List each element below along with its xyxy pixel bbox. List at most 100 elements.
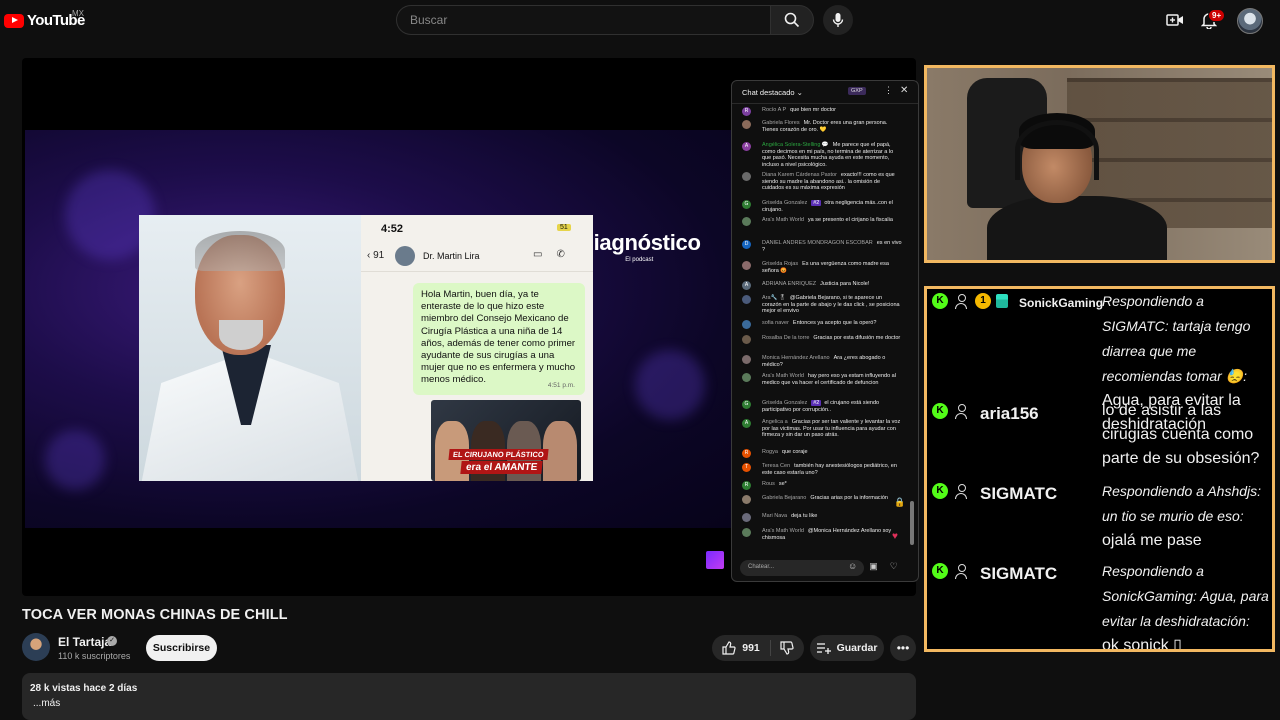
chat-author-name[interactable]: Monica Hernández Arellano [762, 355, 830, 361]
chat-message[interactable]: sofia naver Entonces ya acepto que la ope… [742, 320, 902, 329]
chat-message[interactable]: Rosalba De la torre Gracias por esta difu… [742, 335, 902, 344]
chat-message-body: Rous se* [762, 481, 902, 488]
chat-author-avatar [742, 335, 751, 344]
chat-author-name[interactable]: Ara's Math World [762, 373, 804, 379]
chat-message-body: Griselda Gonzalez #2 el cirujano está sien… [762, 400, 902, 413]
subscribe-button[interactable]: Suscribirse [146, 635, 217, 661]
account-avatar[interactable] [1237, 8, 1263, 34]
chat-mode-dropdown[interactable]: Chat destacado ⌄ [742, 88, 803, 97]
search-input[interactable] [408, 12, 752, 28]
chat-author-name[interactable]: Griselda Rojas [762, 261, 798, 267]
chat-message-body: Rosalba De la torre Gracias por esta difu… [762, 335, 902, 342]
chat-message[interactable]: Mari Nava deja tu like [742, 513, 902, 522]
chat-message[interactable]: T Teresa Cen también hay anestesiólogos pe… [742, 463, 902, 476]
chat-author-name[interactable]: Rocío A P [762, 107, 786, 113]
chat-message[interactable]: D DANIEL ANDRES MONDRAGON ESCOBAR es en vi… [742, 240, 902, 253]
chat-input-actions[interactable]: ☺▣♡ [848, 561, 910, 572]
search-box [396, 5, 770, 35]
search-button[interactable] [770, 5, 814, 35]
chat-author-name[interactable]: Gabriela Bejarano [762, 495, 806, 501]
chat-message[interactable]: Griselda Rojas Es una vergüenza como madr… [742, 261, 902, 274]
like-button[interactable]: 991 [712, 635, 770, 661]
chat-message[interactable]: Monica Hernández Arellano Ara ¿eres aboga… [742, 355, 902, 368]
save-button[interactable]: Guardar [810, 635, 884, 661]
overlay-reply-context: Respondiendo a SonickGaming: Agua, para … [1102, 563, 1269, 629]
chat-author-name[interactable]: Ara's Math World [762, 528, 804, 534]
chat-author-avatar: G [742, 200, 751, 209]
create-button[interactable] [1164, 9, 1186, 31]
youtube-logo[interactable]: YouTube MX [4, 9, 85, 29]
chat-author-name[interactable]: Ara's Math World [762, 217, 804, 223]
overlay-message: Respondiendo a Ahshdjs: un tio se murio … [1102, 479, 1270, 553]
message-time: 4:51 p.m. [547, 381, 575, 389]
whatsapp-header: ‹ 91 Dr. Martin Lira ▭✆ [361, 241, 593, 272]
chat-message-text: Entonces ya acepto que la operó? [792, 320, 877, 326]
chat-message[interactable]: R Rogya que coraje [742, 449, 902, 458]
phone-battery: 51 [557, 224, 571, 231]
chat-input[interactable]: Chatear... [740, 560, 864, 576]
chat-message-text: deja tu like [791, 513, 818, 519]
chat-author-name[interactable]: Griselda Gonzalez [762, 200, 807, 206]
channel-watermark[interactable] [706, 551, 724, 569]
chat-message[interactable]: Diana Karem Cárdenas Pastor exacto!!! com… [742, 172, 902, 192]
chat-message[interactable]: Gabriela Bejarano Gracias arias por la in… [742, 495, 902, 504]
description-box[interactable]: 28 k vistas hace 2 días ...más [22, 673, 916, 720]
chat-author-name[interactable]: Gabriela Flores [762, 120, 800, 126]
chat-message-body: Gabriela Flores Mr. Doctor eres una gran … [762, 120, 902, 133]
chat-author-name[interactable]: Rogya [762, 449, 778, 455]
more-actions-button[interactable]: ••• [890, 635, 916, 661]
chat-message[interactable]: Ara🔧 🎖 @Gabriela Bejarano, si te aparece … [742, 295, 902, 315]
message-bubble: Hola Martin, buen día, ya te enteraste d… [413, 283, 585, 395]
channel-avatar[interactable] [22, 633, 50, 661]
news-headline-1: EL CIRUJANO PLÁSTICO [448, 449, 549, 460]
chat-close-icon[interactable]: ✕ [900, 85, 908, 96]
news-headline-2: era el AMANTE [460, 461, 544, 474]
chat-author-name[interactable]: Griselda Gonzalez [762, 400, 807, 406]
chat-author-name[interactable]: Diana Karem Cárdenas Pastor [762, 172, 837, 178]
chat-message[interactable]: A Angelica a Gracias por ser tan valiente … [742, 419, 902, 439]
chat-message[interactable]: G Griselda Gonzalez #2 otra negligencia más… [742, 200, 902, 213]
podcast-brand: Diagnóstico El podcast [578, 230, 701, 263]
chat-message[interactable]: G Griselda Gonzalez #2 el cirujano está sie… [742, 400, 902, 413]
lock-icon[interactable]: 🔒 [894, 497, 905, 508]
badge-group: K [932, 483, 968, 499]
chat-message[interactable]: A Angélica Solera-Stelling 💬 Me parece que… [742, 142, 902, 168]
chat-author-name[interactable]: DANIEL ANDRES MONDRAGON ESCOBAR [762, 240, 873, 246]
chat-message-body: Ara's Math World ya se presento el cirija… [762, 217, 902, 224]
chat-author-name[interactable]: Rosalba De la torre [762, 335, 809, 341]
chat-message[interactable]: R Rous se* [742, 481, 902, 490]
points-badge[interactable]: GXP [848, 87, 866, 95]
video-title: TOCA VER MONAS CHINAS DE CHILL [22, 607, 288, 623]
voice-search-button[interactable] [823, 5, 853, 35]
chat-message[interactable]: A ADRIANA ENRIQUEZ Justicia para Nicole! [742, 281, 902, 290]
chat-author-name[interactable]: Mari Nava [762, 513, 787, 519]
dislike-button[interactable] [772, 635, 802, 661]
overlay-reply-context: Respondiendo a SIGMATC: tartaja tengo di… [1102, 293, 1251, 384]
channel-name[interactable]: El Tartaja [58, 635, 111, 649]
chat-message-body: Ara's Math World hay pero eso ya estam in… [762, 373, 902, 386]
chat-message[interactable]: Ara's Math World ya se presento el cirija… [742, 217, 902, 226]
chat-message[interactable]: Ara's Math World @Monica Hernández Arella… [742, 528, 902, 541]
show-more-link[interactable]: ...más [33, 698, 908, 709]
chat-author-name[interactable]: sofia naver [762, 320, 789, 326]
chat-message[interactable]: Ara's Math World hay pero eso ya estam in… [742, 373, 902, 386]
chat-author-name[interactable]: Angélica Solera-Stelling 💬 [762, 142, 829, 148]
chat-scrollbar[interactable] [910, 501, 914, 545]
overlay-username: aria156 [980, 404, 1039, 423]
chat-message-body: Gabriela Bejarano Gracias arias por la in… [762, 495, 902, 502]
chat-author-name[interactable]: Ara🔧 🎖 [762, 295, 786, 301]
chat-author-name[interactable]: Teresa Cen [762, 463, 790, 469]
thumbs-up-icon [722, 641, 736, 655]
user-icon [954, 403, 968, 419]
chat-author-name[interactable]: ADRIANA ENRIQUEZ [762, 281, 816, 287]
overlay-message-text: ok sonick ▯ [1102, 637, 1182, 652]
kick-badge-icon: K [932, 483, 948, 499]
chat-author-avatar: T [742, 463, 751, 472]
chat-author-name[interactable]: Rous [762, 481, 775, 487]
chat-author-name[interactable]: Angelica a [762, 419, 788, 425]
kick-badge-icon: K [932, 293, 948, 309]
chat-message[interactable]: R Rocío A P que bien mr doctor [742, 107, 902, 116]
chat-message-list[interactable]: R Rocío A P que bien mr doctor Gabriela Flo… [732, 107, 914, 552]
chat-message[interactable]: Gabriela Flores Mr. Doctor eres una gran … [742, 120, 902, 133]
chat-more-icon[interactable]: ⋮ [884, 85, 893, 96]
